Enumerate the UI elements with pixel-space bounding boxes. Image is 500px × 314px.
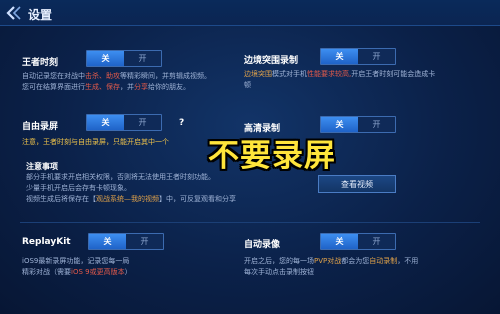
auto-record-toggle[interactable]: 关 开 bbox=[320, 233, 396, 250]
replaykit-description: iOS9最新录屏功能，记录您每一局 精彩对战（需要iOS 9或更高版本） bbox=[22, 257, 132, 276]
edge-record-toggle-on[interactable]: 开 bbox=[358, 49, 395, 64]
notes-line-2: 少量手机开启后会存有卡顿现象。 bbox=[26, 184, 131, 192]
notes-body: 部分手机要求开启相关权限，否则将无法使用王者时刻功能。 少量手机开启后会存有卡顿… bbox=[26, 172, 306, 205]
section-divider bbox=[20, 222, 480, 223]
replaykit-toggle[interactable]: 关 开 bbox=[88, 233, 164, 250]
overlay-caption: 不要录屏 bbox=[208, 138, 336, 174]
auto-record-toggle-on[interactable]: 开 bbox=[358, 234, 395, 249]
free-record-toggle-off[interactable]: 关 bbox=[87, 115, 124, 130]
hd-record-toggle-on[interactable]: 开 bbox=[358, 117, 395, 132]
highlight-label: 王者时刻 bbox=[22, 58, 59, 68]
notes-line-3: 视频生成后将保存在【观战系统—我的视频】中，可反复观看和分享 bbox=[26, 195, 236, 203]
free-record-label: 自由录屏 bbox=[22, 122, 59, 132]
edge-record-description: 边境突围模式对手机性能要求较高,开启王者时刻可能会造成卡 顿 bbox=[244, 70, 436, 89]
replaykit-toggle-off[interactable]: 关 bbox=[89, 234, 126, 249]
notes-title: 注意事项 bbox=[26, 162, 58, 171]
auto-record-label: 自动录像 bbox=[244, 240, 281, 250]
highlight-toggle-on[interactable]: 开 bbox=[124, 51, 161, 66]
highlight-toggle[interactable]: 关 开 bbox=[86, 50, 162, 67]
auto-record-description: 开启之后，您的每一场PVP对战都会为您自动录制，不用 每次手动点击录制按钮 bbox=[244, 257, 419, 276]
help-icon[interactable]: ? bbox=[179, 118, 184, 128]
edge-record-toggle[interactable]: 关 开 bbox=[320, 48, 396, 65]
edge-record-label: 边境突围录制 bbox=[244, 56, 299, 66]
free-record-toggle-on[interactable]: 开 bbox=[124, 115, 161, 130]
replaykit-label: ReplayKit bbox=[22, 237, 71, 247]
free-record-toggle[interactable]: 关 开 bbox=[86, 114, 162, 131]
page-title: 设置 bbox=[28, 8, 53, 22]
auto-record-toggle-off[interactable]: 关 bbox=[321, 234, 358, 249]
highlight-toggle-off[interactable]: 关 bbox=[87, 51, 124, 66]
free-record-note: 注意，王者时刻与自由录屏，只能开启其中一个 bbox=[22, 138, 169, 146]
replaykit-toggle-on[interactable]: 开 bbox=[126, 234, 163, 249]
watch-video-button[interactable]: 查看视频 bbox=[318, 175, 396, 193]
settings-window: 设置 王者时刻 关 开 自动记录您在对战中击杀、助攻等精彩瞬间，并剪辑成视频。 … bbox=[0, 0, 500, 314]
highlight-description: 自动记录您在对战中击杀、助攻等精彩瞬间，并剪辑成视频。 您可在结算界面进行生成、… bbox=[22, 72, 211, 91]
back-arrow-icon[interactable] bbox=[6, 5, 26, 21]
title-bar: 设置 bbox=[0, 0, 500, 26]
edge-record-toggle-off[interactable]: 关 bbox=[321, 49, 358, 64]
